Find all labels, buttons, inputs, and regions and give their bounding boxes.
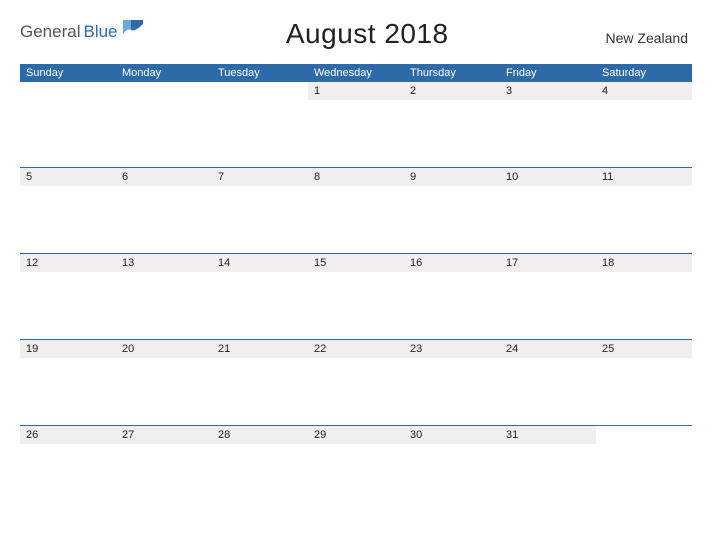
- day-cell: 2: [404, 82, 500, 167]
- day-number: [218, 85, 302, 100]
- day-cell: 1: [308, 82, 404, 167]
- day-cell: 19: [20, 340, 116, 425]
- day-cell: 23: [404, 340, 500, 425]
- brand-text-general: General: [20, 22, 80, 42]
- region-label: New Zealand: [592, 18, 692, 46]
- day-cell: 3: [500, 82, 596, 167]
- day-cell: 15: [308, 254, 404, 339]
- day-header: Thursday: [404, 64, 500, 82]
- day-cell: 16: [404, 254, 500, 339]
- day-number: 23: [410, 343, 494, 358]
- brand-logo: General Blue: [20, 18, 143, 42]
- day-number: 3: [506, 85, 590, 100]
- day-cell: 30: [404, 426, 500, 512]
- day-cell: 21: [212, 340, 308, 425]
- day-cell: [116, 82, 212, 167]
- day-number: 11: [602, 171, 686, 186]
- day-number: 19: [26, 343, 110, 358]
- day-number: 1: [314, 85, 398, 100]
- day-number: 22: [314, 343, 398, 358]
- day-cell: [20, 82, 116, 167]
- brand-text-blue: Blue: [83, 22, 117, 42]
- day-cell: [596, 426, 692, 512]
- day-cell: 24: [500, 340, 596, 425]
- day-number: 6: [122, 171, 206, 186]
- day-number: 4: [602, 85, 686, 100]
- day-header: Saturday: [596, 64, 692, 82]
- day-cell: 18: [596, 254, 692, 339]
- day-number: 7: [218, 171, 302, 186]
- day-cell: 7: [212, 168, 308, 253]
- day-number: 25: [602, 343, 686, 358]
- day-cell: 22: [308, 340, 404, 425]
- day-number: 13: [122, 257, 206, 272]
- day-number: 16: [410, 257, 494, 272]
- day-cell: 28: [212, 426, 308, 512]
- day-header: Monday: [116, 64, 212, 82]
- day-cell: 17: [500, 254, 596, 339]
- day-cell: 31: [500, 426, 596, 512]
- day-cell: 29: [308, 426, 404, 512]
- day-header-row: Sunday Monday Tuesday Wednesday Thursday…: [20, 64, 692, 82]
- day-header: Sunday: [20, 64, 116, 82]
- day-number: [122, 85, 206, 100]
- day-number: 30: [410, 429, 494, 444]
- day-cell: 25: [596, 340, 692, 425]
- day-cell: 20: [116, 340, 212, 425]
- day-number: 9: [410, 171, 494, 186]
- day-number: 24: [506, 343, 590, 358]
- day-cell: 10: [500, 168, 596, 253]
- day-number: 26: [26, 429, 110, 444]
- day-cell: 14: [212, 254, 308, 339]
- week-row: 26 27 28 29 30 31: [20, 426, 692, 512]
- day-cell: 9: [404, 168, 500, 253]
- day-cell: 6: [116, 168, 212, 253]
- day-cell: 4: [596, 82, 692, 167]
- week-row: 1 2 3 4: [20, 82, 692, 168]
- week-row: 12 13 14 15 16 17 18: [20, 254, 692, 340]
- day-cell: 26: [20, 426, 116, 512]
- day-header: Tuesday: [212, 64, 308, 82]
- header: General Blue August 2018 New Zealand: [20, 18, 692, 50]
- day-number: 31: [506, 429, 590, 444]
- day-header: Wednesday: [308, 64, 404, 82]
- day-cell: 12: [20, 254, 116, 339]
- day-number: 27: [122, 429, 206, 444]
- day-header: Friday: [500, 64, 596, 82]
- day-cell: 27: [116, 426, 212, 512]
- day-number: [602, 429, 686, 444]
- brand-wave-icon: [123, 20, 143, 41]
- day-number: 17: [506, 257, 590, 272]
- calendar-title: August 2018: [143, 18, 592, 50]
- day-cell: 8: [308, 168, 404, 253]
- week-row: 5 6 7 8 9 10 11: [20, 168, 692, 254]
- day-number: 15: [314, 257, 398, 272]
- day-number: 12: [26, 257, 110, 272]
- day-number: 20: [122, 343, 206, 358]
- day-number: 28: [218, 429, 302, 444]
- day-number: 18: [602, 257, 686, 272]
- day-number: [26, 85, 110, 100]
- day-cell: 13: [116, 254, 212, 339]
- day-number: 8: [314, 171, 398, 186]
- day-number: 29: [314, 429, 398, 444]
- day-number: 10: [506, 171, 590, 186]
- day-number: 5: [26, 171, 110, 186]
- day-cell: 5: [20, 168, 116, 253]
- day-number: 2: [410, 85, 494, 100]
- day-cell: 11: [596, 168, 692, 253]
- week-row: 19 20 21 22 23 24 25: [20, 340, 692, 426]
- day-number: 14: [218, 257, 302, 272]
- day-number: 21: [218, 343, 302, 358]
- calendar-grid: Sunday Monday Tuesday Wednesday Thursday…: [20, 64, 692, 512]
- day-cell: [212, 82, 308, 167]
